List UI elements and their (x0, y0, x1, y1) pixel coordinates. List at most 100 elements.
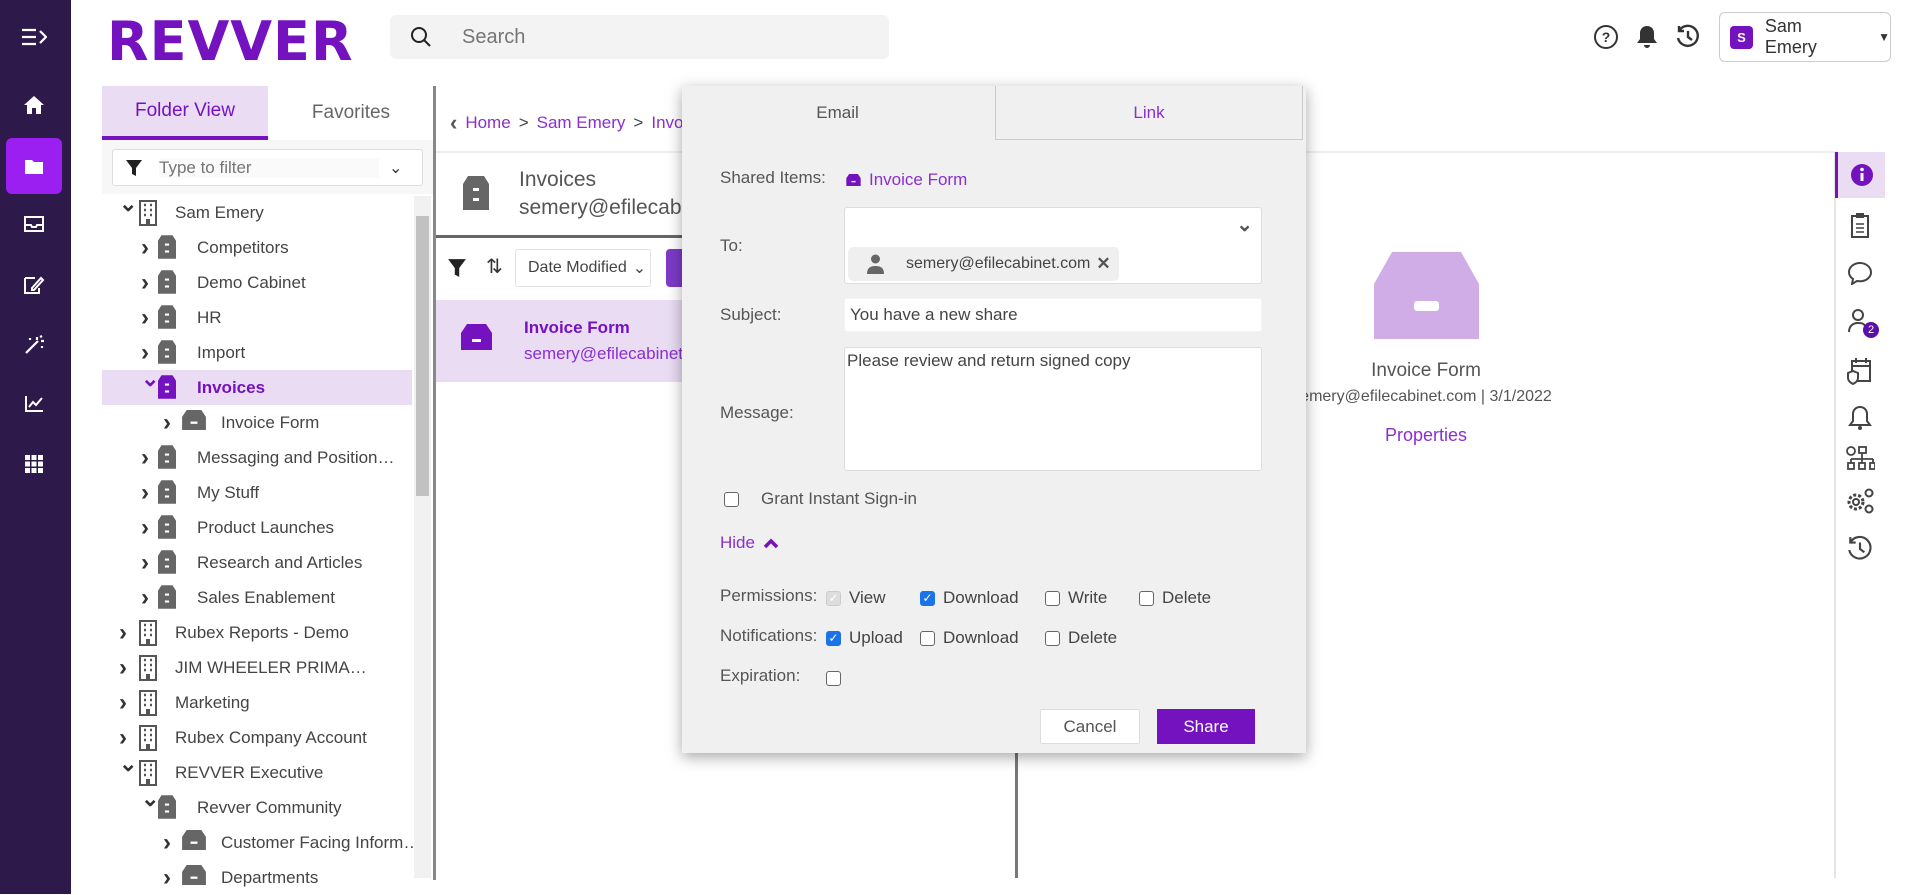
reports-chart-icon[interactable] (6, 376, 62, 432)
tree-item[interactable]: › Marketing (102, 685, 412, 720)
shared-item[interactable]: Invoice Form (846, 170, 967, 190)
chevron-down-icon[interactable]: ⌄ (389, 158, 402, 178)
tree-item[interactable]: › Demo Cabinet (102, 265, 412, 300)
menu-expand-icon[interactable] (6, 9, 62, 65)
hide-label[interactable]: Hide (720, 533, 755, 553)
chevron-right-icon[interactable]: › (141, 304, 149, 332)
expiration-checkbox[interactable] (826, 671, 841, 686)
chevron-down-icon[interactable]: ⌄ (141, 366, 159, 392)
tree-item[interactable]: › Rubex Company Account (102, 720, 412, 755)
tab-email[interactable]: Email (682, 86, 993, 140)
sort-select[interactable]: Date Modified ⌄ (515, 249, 651, 287)
comment-icon[interactable] (1835, 250, 1885, 296)
chevron-right-icon[interactable]: › (119, 619, 127, 647)
search-bar[interactable] (390, 15, 889, 59)
to-field[interactable]: ⌄ semery@efilecabinet.com ✕ (844, 207, 1262, 284)
revver-logo[interactable]: REVVER (107, 10, 354, 73)
chevron-right-icon[interactable]: › (163, 829, 171, 857)
search-input[interactable] (462, 25, 862, 49)
history-icon[interactable] (1675, 24, 1701, 50)
scrollbar-thumb[interactable] (416, 216, 429, 496)
tree-item[interactable]: › Import (102, 335, 412, 370)
home-icon[interactable] (6, 77, 62, 133)
subject-input[interactable]: You have a new share (844, 298, 1262, 332)
remove-recipient-icon[interactable]: ✕ (1096, 254, 1110, 274)
breadcrumb-home[interactable]: Home (465, 113, 510, 133)
tree-filter-input[interactable] (159, 157, 379, 178)
info-icon[interactable] (1835, 152, 1885, 198)
chevron-right-icon[interactable]: › (141, 444, 149, 472)
chevron-right-icon[interactable]: › (119, 724, 127, 752)
folder-icon[interactable] (6, 138, 62, 194)
shared-item-name[interactable]: Invoice Form (869, 170, 967, 190)
filter-icon[interactable] (447, 258, 467, 278)
chevron-right-icon[interactable]: › (141, 234, 149, 262)
chevron-right-icon[interactable]: › (141, 339, 149, 367)
chevron-right-icon[interactable]: › (141, 549, 149, 577)
chevron-down-icon[interactable]: ⌄ (119, 191, 137, 217)
chevron-right-icon[interactable]: › (141, 584, 149, 612)
chevron-right-icon[interactable]: › (141, 269, 149, 297)
cancel-button[interactable]: Cancel (1040, 709, 1140, 744)
tree-item[interactable]: ⌄ REVVER Executive (102, 751, 412, 790)
tree-scrollbar[interactable] (414, 196, 431, 878)
sort-icon[interactable]: ⇅ (486, 254, 503, 279)
magic-wand-icon[interactable] (6, 317, 62, 373)
tree-item[interactable]: ⌄ Revver Community (102, 786, 412, 825)
share-button[interactable]: Share (1157, 709, 1255, 744)
list-item[interactable]: Invoice Form semery@efilecabinet.c (436, 300, 696, 382)
chevron-down-icon[interactable]: ⌄ (119, 751, 137, 777)
chevron-right-icon[interactable]: › (119, 654, 127, 682)
tree-item[interactable]: › JIM WHEELER PRIMARY Account (102, 650, 412, 685)
tree-item[interactable]: › Sales Enablement (102, 580, 412, 615)
signature-icon[interactable] (6, 257, 62, 313)
users-icon[interactable]: 2 (1835, 299, 1885, 345)
permission-write-checkbox[interactable]: Write (1045, 588, 1107, 608)
tree-filter[interactable]: ⌄ (112, 149, 423, 186)
tree-item[interactable]: › HR (102, 300, 412, 335)
inbox-icon[interactable] (6, 196, 62, 252)
tab-folder-view[interactable]: Folder View (102, 86, 268, 140)
notify-upload-checkbox[interactable]: ✓ Upload (826, 628, 903, 648)
tree-item[interactable]: › Departments (102, 860, 412, 895)
tree-item[interactable]: › Rubex Reports - Demo (102, 615, 412, 650)
item-name[interactable]: Invoice Form (524, 318, 630, 338)
tree-item[interactable]: › My Stuff (102, 475, 412, 510)
retention-policy-icon[interactable] (1835, 348, 1885, 394)
apps-grid-icon[interactable] (6, 436, 62, 492)
permission-delete-checkbox[interactable]: Delete (1139, 588, 1211, 608)
chevron-right-icon[interactable]: › (163, 864, 171, 892)
tree-item[interactable]: › Invoice Form (102, 405, 412, 440)
clipboard-list-icon[interactable] (1835, 202, 1885, 248)
chevron-down-icon[interactable]: ⌄ (1236, 212, 1253, 237)
workflow-icon[interactable] (1835, 435, 1885, 481)
tree-item[interactable]: ⌄ Invoices (102, 366, 412, 405)
back-chevron-icon[interactable]: ‹ (450, 110, 457, 136)
permission-download-checkbox[interactable]: ✓ Download (920, 588, 1019, 608)
chevron-right-icon[interactable]: › (119, 689, 127, 717)
tree-item[interactable]: › Product Launches (102, 510, 412, 545)
tree-item[interactable]: › Messaging and Positioning (102, 440, 412, 475)
grant-instant-signin-checkbox[interactable]: Grant Instant Sign-in (724, 489, 917, 509)
chevron-right-icon[interactable]: › (141, 479, 149, 507)
tab-favorites[interactable]: Favorites (268, 86, 434, 140)
breadcrumb-sam-emery[interactable]: Sam Emery (537, 113, 626, 133)
notify-delete-checkbox[interactable]: Delete (1045, 628, 1117, 648)
chevron-down-icon[interactable]: ⌄ (141, 786, 159, 812)
panel-divider[interactable] (1015, 740, 1018, 878)
tree-item[interactable]: › Competitors (102, 230, 412, 265)
chevron-right-icon[interactable]: › (163, 409, 171, 437)
notify-download-checkbox[interactable]: Download (920, 628, 1019, 648)
view-toggle-button[interactable] (666, 249, 682, 287)
settings-gears-icon[interactable] (1835, 478, 1885, 524)
message-textarea[interactable]: Please review and return signed copy (844, 347, 1262, 471)
properties-link[interactable]: Properties (1376, 425, 1476, 446)
panel-divider[interactable] (433, 86, 436, 880)
tree-item[interactable]: › Research and Articles (102, 545, 412, 580)
tree-item[interactable]: › Customer Facing Inform… (102, 825, 420, 860)
chevron-right-icon[interactable]: › (141, 514, 149, 542)
hide-toggle[interactable]: Hide (720, 533, 779, 553)
history-icon[interactable] (1835, 526, 1885, 572)
tab-link[interactable]: Link (995, 86, 1303, 140)
help-icon[interactable]: ? (1593, 24, 1619, 50)
